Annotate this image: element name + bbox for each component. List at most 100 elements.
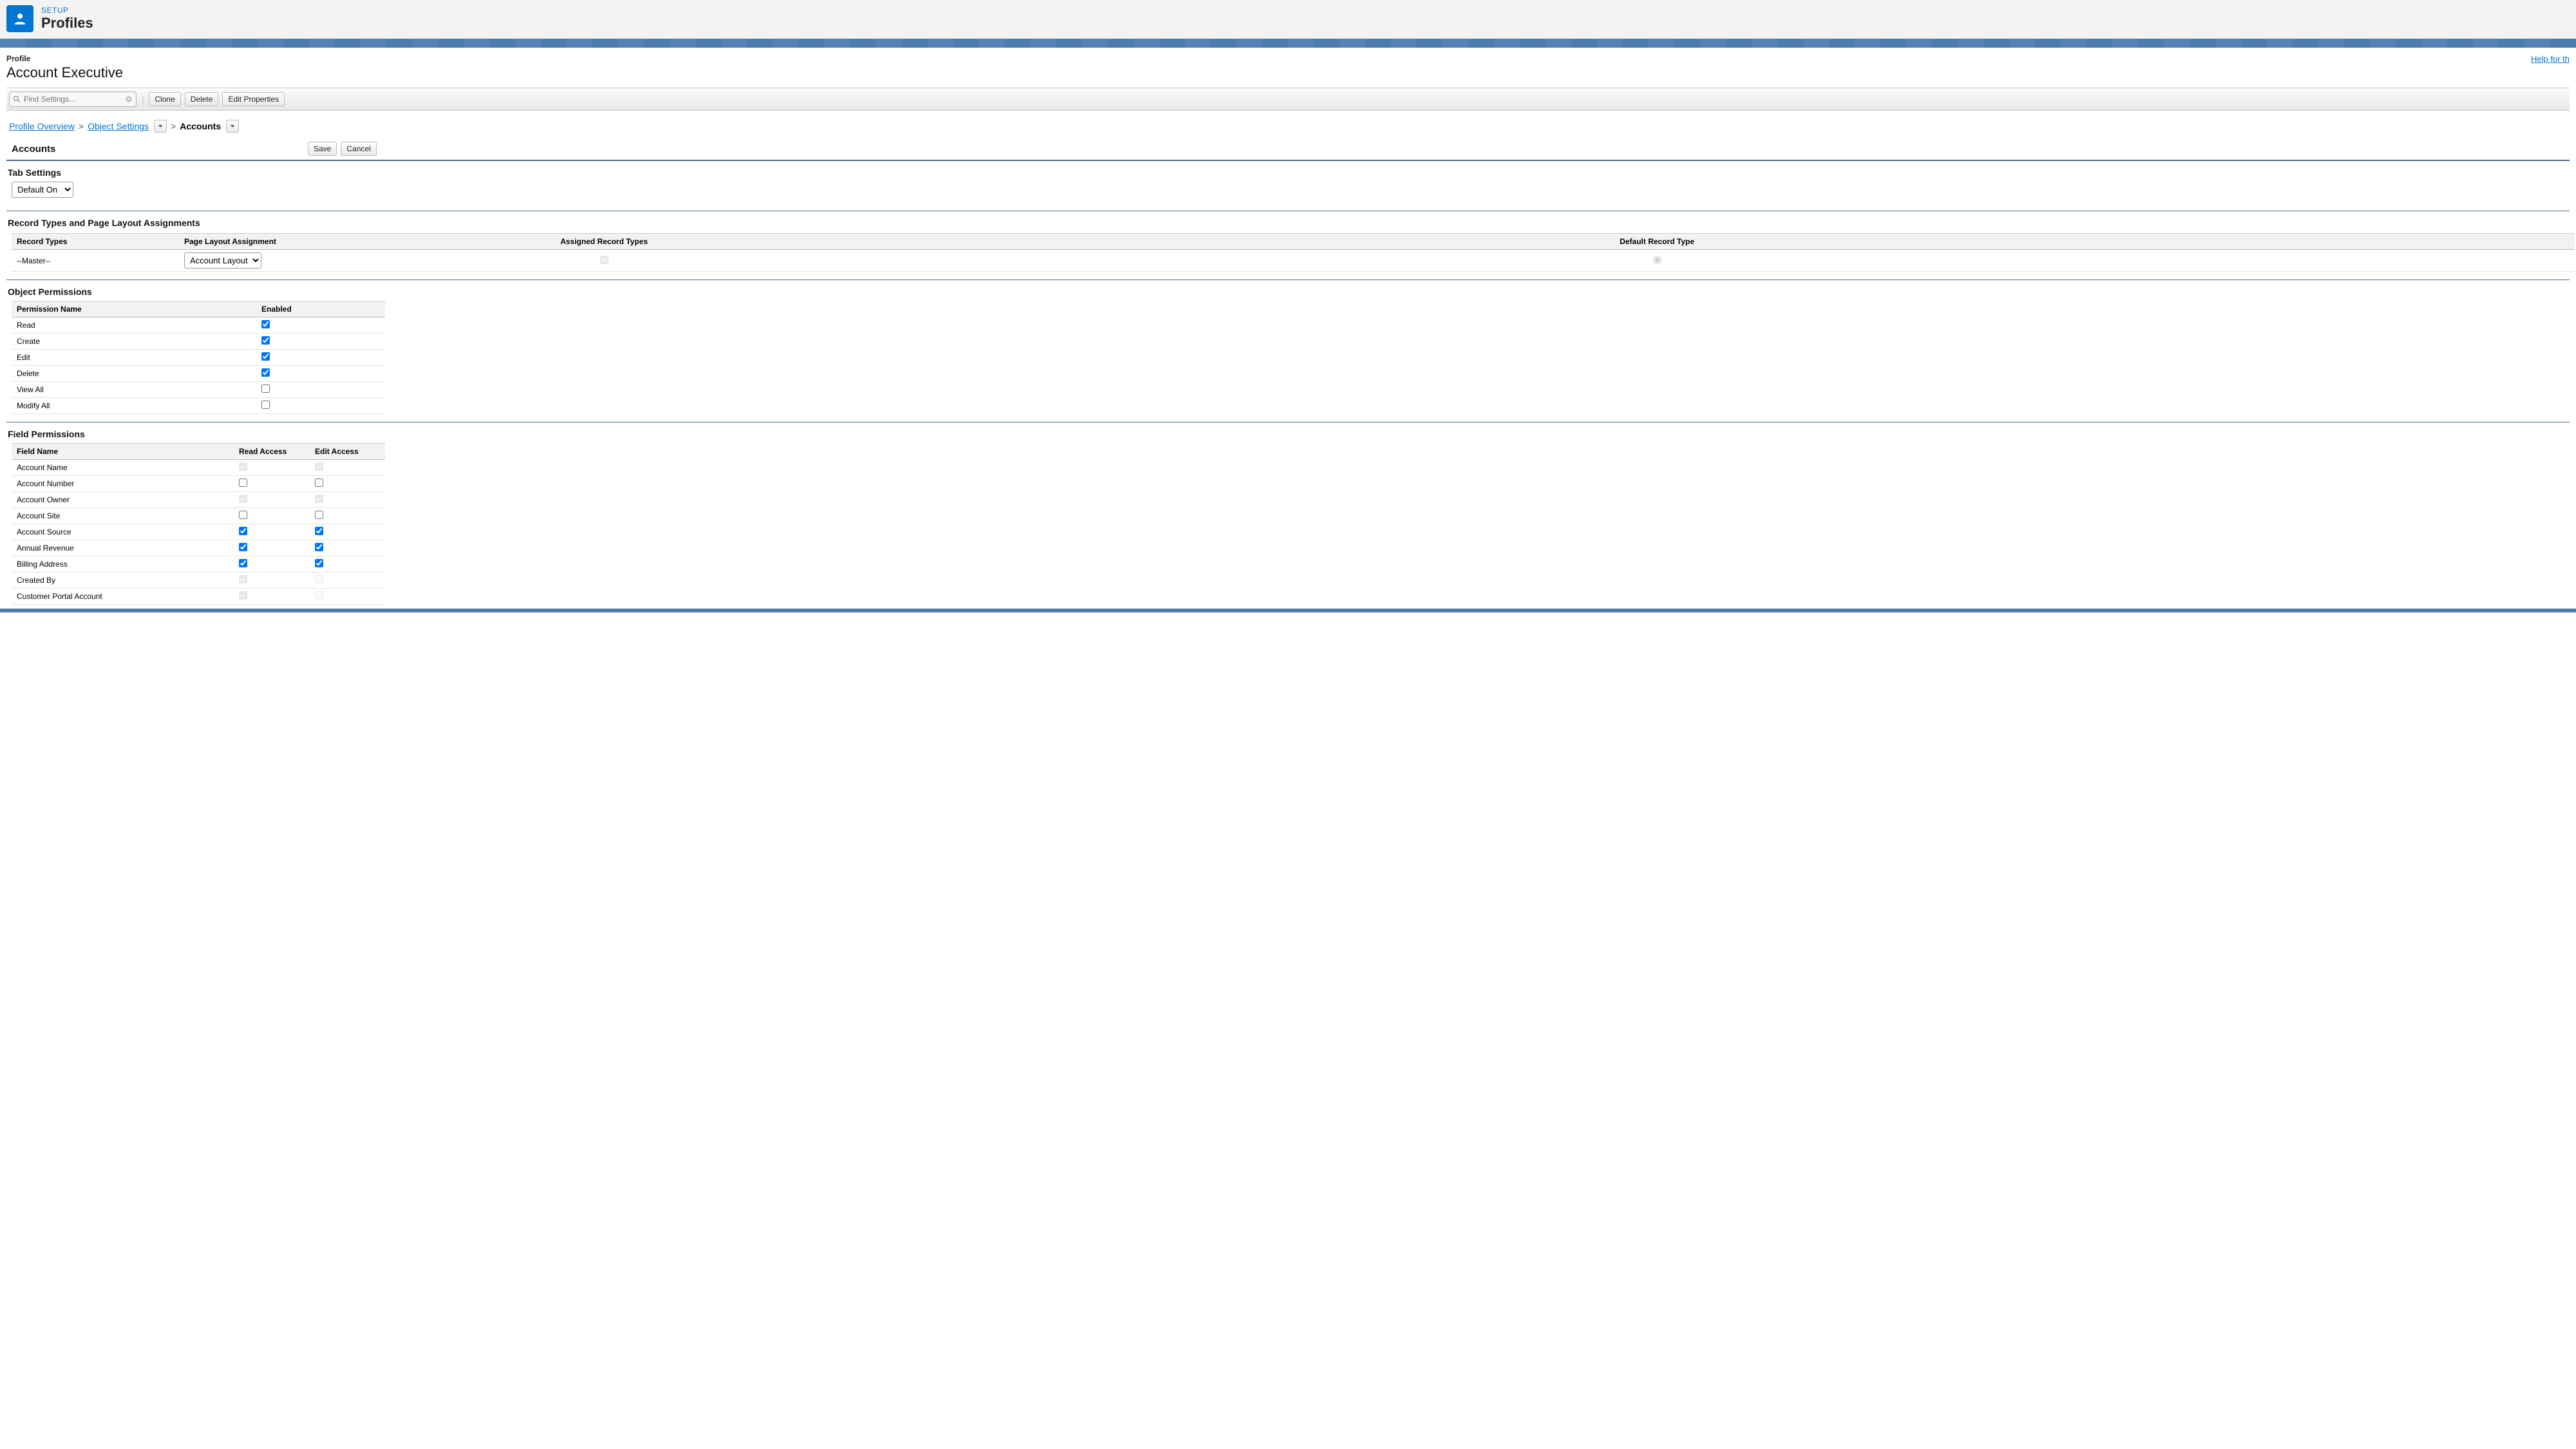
perm-enabled-checkbox[interactable] [261,368,270,377]
perm-name-cell: Modify All [12,398,256,414]
profile-name: Account Executive [6,64,123,81]
object-perm-row: Read [12,317,385,334]
object-perms-title: Object Permissions [6,280,2570,301]
perm-name-cell: Edit [12,350,256,366]
clear-icon[interactable] [125,95,133,103]
col-field-edit: Edit Access [310,444,385,460]
col-page-layout: Page Layout Assignment [179,234,469,250]
field-perm-row: Created By [12,573,385,589]
read-access-checkbox[interactable] [239,478,247,487]
read-access-checkbox[interactable] [239,543,247,551]
page-header: SETUP Profiles [0,0,2576,39]
col-perm-enabled: Enabled [256,301,385,317]
edit-access-checkbox [315,495,323,503]
search-icon [13,95,21,103]
perm-enabled-checkbox[interactable] [261,336,270,345]
object-perm-row: Edit [12,350,385,366]
read-access-checkbox [239,575,247,583]
breadcrumb-overview[interactable]: Profile Overview [9,121,75,131]
perm-enabled-checkbox[interactable] [261,320,270,328]
perm-name-cell: Delete [12,366,256,382]
object-settings-dropdown[interactable] [154,120,167,133]
object-perm-row: Create [12,334,385,350]
field-name-cell: Created By [12,573,234,589]
help-link[interactable]: Help for th [2531,54,2570,64]
perm-name-cell: Read [12,317,256,334]
field-name-cell: Account Site [12,508,234,524]
read-access-checkbox [239,495,247,503]
edit-access-checkbox[interactable] [315,511,323,519]
section-title: Accounts [12,144,308,155]
edit-access-checkbox [315,462,323,471]
setup-label: SETUP [41,6,93,15]
search-wrap [9,91,137,107]
breadcrumb-sep: > [171,121,176,131]
clone-button[interactable]: Clone [149,92,180,106]
breadcrumb: Profile Overview > Object Settings > Acc… [6,111,2570,139]
record-types-table: Record Types Page Layout Assignment Assi… [12,233,2575,272]
save-button[interactable]: Save [308,142,337,156]
decorative-bluebar [0,39,2576,48]
find-settings-input[interactable] [9,91,137,107]
cancel-button[interactable]: Cancel [341,142,376,156]
field-perm-row: Annual Revenue [12,540,385,556]
field-perm-row: Account Owner [12,492,385,508]
perm-name-cell: View All [12,382,256,398]
edit-properties-button[interactable]: Edit Properties [222,92,285,106]
tab-settings-select[interactable]: Default OnDefault OffTab Hidden [12,182,73,198]
breadcrumb-object-settings[interactable]: Object Settings [88,121,149,131]
edit-access-checkbox [315,591,323,600]
record-types-title: Record Types and Page Layout Assignments [6,211,2570,232]
object-perm-row: View All [12,382,385,398]
col-assigned: Assigned Record Types [469,234,739,250]
page-title: Profiles [41,15,93,32]
field-name-cell: Account Source [12,524,234,540]
col-perm-name: Permission Name [12,301,256,317]
record-type-cell: --Master-- [12,250,179,272]
breadcrumb-current: Accounts [180,121,221,131]
perm-enabled-checkbox[interactable] [261,401,270,409]
read-access-checkbox [239,462,247,471]
col-field-name: Field Name [12,444,234,460]
object-perm-row: Delete [12,366,385,382]
edit-access-checkbox[interactable] [315,478,323,487]
assigned-checkbox [600,256,609,264]
delete-button[interactable]: Delete [185,92,219,106]
field-name-cell: Account Name [12,460,234,476]
tab-settings-title: Tab Settings [6,161,2570,182]
field-perm-row: Billing Address [12,556,385,573]
field-perm-row: Account Site [12,508,385,524]
section-header: Accounts Save Cancel [6,139,2570,161]
profile-label: Profile [6,54,123,63]
perm-enabled-checkbox[interactable] [261,384,270,393]
edit-access-checkbox[interactable] [315,559,323,567]
read-access-checkbox [239,591,247,600]
field-perm-row: Account Number [12,476,385,492]
edit-access-checkbox[interactable] [315,543,323,551]
field-name-cell: Account Owner [12,492,234,508]
perm-enabled-checkbox[interactable] [261,352,270,361]
bottom-bluebar [0,609,2576,612]
read-access-checkbox[interactable] [239,511,247,519]
page-header-titles: SETUP Profiles [41,6,93,32]
edit-access-checkbox[interactable] [315,527,323,535]
accounts-dropdown[interactable] [226,120,239,133]
field-name-cell: Billing Address [12,556,234,573]
profiles-icon [6,5,33,32]
breadcrumb-sep: > [79,121,84,131]
field-perm-row: Customer Portal Account [12,589,385,605]
field-perms-title: Field Permissions [6,422,2570,443]
object-perm-row: Modify All [12,398,385,414]
field-name-cell: Account Number [12,476,234,492]
profile-header: Profile Account Executive Help for th [6,54,2570,81]
field-perm-row: Account Name [12,460,385,476]
page-layout-select[interactable]: Account Layout [184,252,261,269]
read-access-checkbox[interactable] [239,559,247,567]
field-perm-row: Account Source [12,524,385,540]
edit-access-checkbox [315,575,323,583]
perm-name-cell: Create [12,334,256,350]
col-default: Default Record Type [739,234,2575,250]
col-field-read: Read Access [234,444,310,460]
record-type-row: --Master-- Account Layout [12,250,2575,272]
read-access-checkbox[interactable] [239,527,247,535]
